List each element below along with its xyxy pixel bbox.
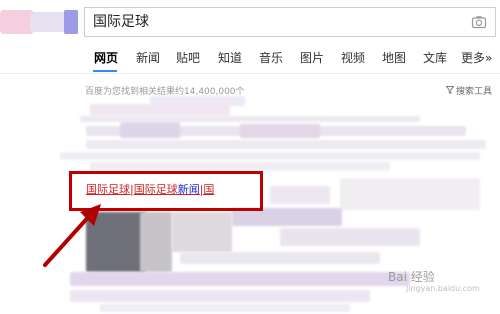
tab-zhidao[interactable]: 知道: [218, 50, 242, 66]
tab-images[interactable]: 图片: [300, 50, 324, 66]
active-tab-indicator: [93, 70, 117, 72]
watermark-text: Bai 经验: [388, 270, 435, 284]
tab-webpage[interactable]: 网页: [94, 50, 118, 66]
camera-icon[interactable]: [471, 14, 487, 30]
tab-tieba[interactable]: 贴吧: [176, 50, 200, 66]
search-tools-label: 搜索工具: [455, 87, 492, 97]
tab-wenku[interactable]: 文库: [423, 50, 447, 66]
search-tabs: 网页 新闻 贴吧 知道 音乐 图片 视频 地图 文库 更多»: [85, 50, 500, 70]
search-tools-button[interactable]: 搜索工具: [445, 84, 492, 97]
divider: [0, 73, 500, 74]
highlight-box: [69, 171, 263, 211]
tab-map[interactable]: 地图: [382, 50, 406, 66]
search-input[interactable]: 国际足球: [84, 7, 496, 37]
tab-music[interactable]: 音乐: [259, 50, 283, 66]
watermark: Bai 经验 jingyan.baidu.com: [388, 268, 480, 293]
watermark-sub: jingyan.baidu.com: [406, 284, 480, 293]
filter-icon: [445, 86, 454, 94]
tab-video[interactable]: 视频: [341, 50, 365, 66]
tab-news[interactable]: 新闻: [136, 50, 160, 66]
site-logo[interactable]: [0, 6, 80, 38]
search-query: 国际足球: [93, 14, 149, 30]
tab-more[interactable]: 更多»: [461, 50, 492, 66]
